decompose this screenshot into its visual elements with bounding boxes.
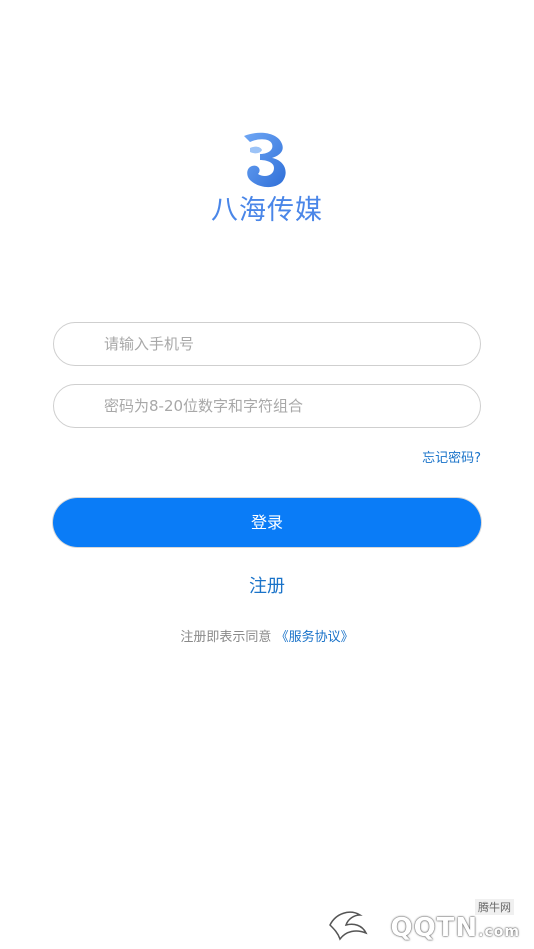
phone-input[interactable] [104,323,464,365]
password-input[interactable] [104,385,464,427]
agreement-prefix: 注册即表示同意 [180,630,272,645]
watermark-suffix: .com [478,924,520,940]
phone-field[interactable] [53,322,481,366]
forgot-password-link[interactable]: 忘记密码? [422,447,481,466]
watermark-text: QQTN.com [390,913,520,943]
login-screen: 八海传媒 忘记密码? 登录 注册 注册即表示同意 《服务协议》 腾牛网 QQTN… [0,0,534,949]
register-link[interactable]: 注册 [0,572,534,598]
agreement-text: 注册即表示同意 《服务协议》 [0,626,534,645]
watermark-big-text: QQTN [390,913,479,943]
site-watermark: 腾牛网 QQTN.com [326,899,526,943]
service-agreement-link[interactable]: 《服务协议》 [276,630,354,645]
brand-name: 八海传媒 [211,195,323,226]
watermark-logo-icon [329,911,368,941]
password-field[interactable] [53,384,481,428]
login-button[interactable]: 登录 [53,498,481,547]
brand-logo-icon [244,132,286,188]
